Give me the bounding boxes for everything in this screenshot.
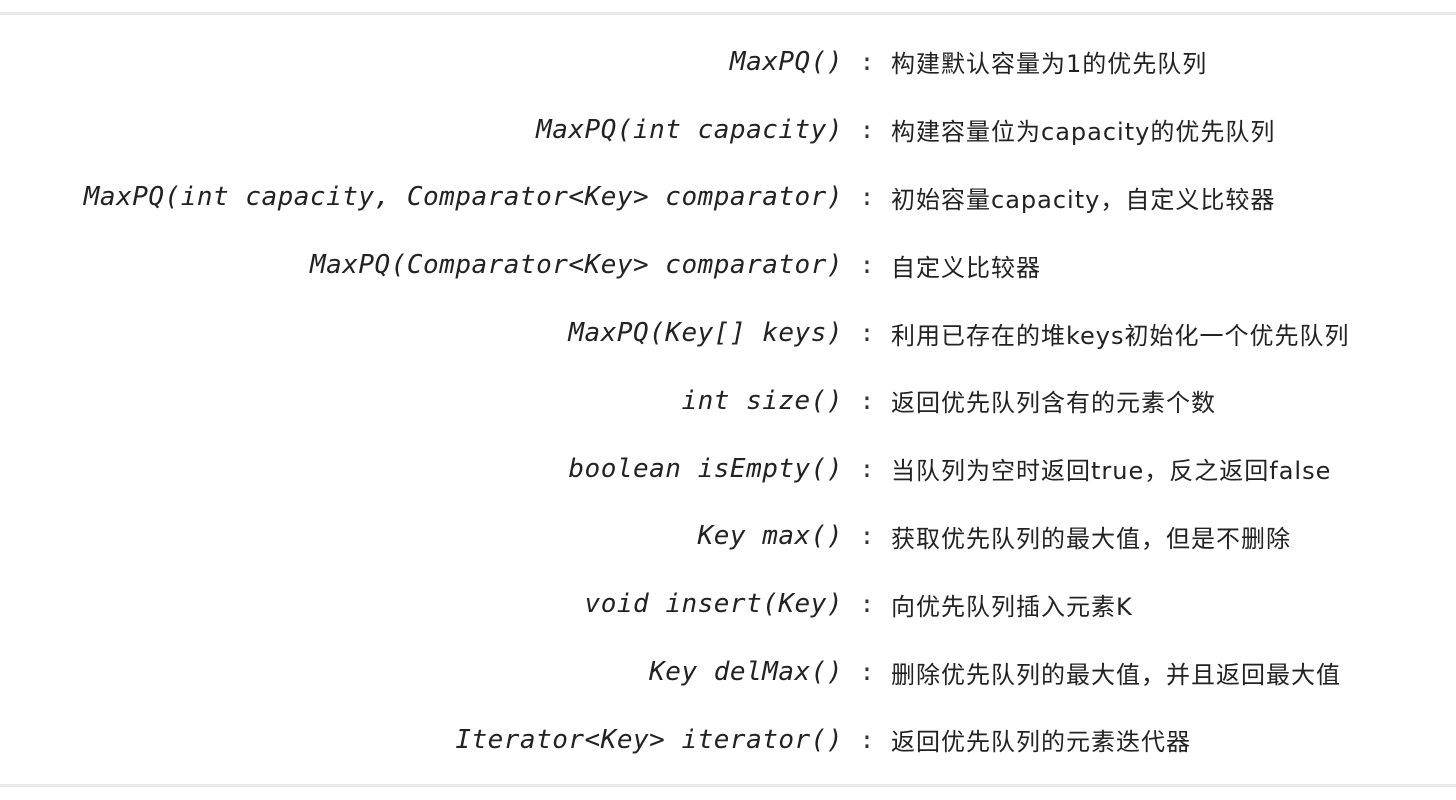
- method-signature: MaxPQ(): [729, 46, 843, 77]
- separator: :: [859, 725, 875, 754]
- method-description: 返回优先队列的元素迭代器: [891, 728, 1191, 757]
- api-row-constructor-comparator: MaxPQ(Comparator<Key> comparator) : 自定义比…: [0, 231, 1456, 299]
- separator: :: [859, 522, 875, 551]
- top-divider: [0, 12, 1456, 15]
- method-signature: Key delMax(): [649, 657, 843, 688]
- method-signature: MaxPQ(Key[] keys): [568, 318, 843, 349]
- method-description: 返回优先队列含有的元素个数: [891, 389, 1216, 418]
- api-row-constructor-default: MaxPQ() : 构建默认容量为1的优先队列: [0, 28, 1456, 96]
- separator: :: [859, 454, 875, 483]
- method-description: 初始容量capacity，自定义比较器: [891, 185, 1276, 214]
- method-signature: MaxPQ(Comparator<Key> comparator): [309, 250, 843, 281]
- method-description: 自定义比较器: [891, 253, 1041, 282]
- api-row-insert: void insert(Key) : 向优先队列插入元素K: [0, 570, 1456, 638]
- api-row-constructor-capacity-comparator: MaxPQ(int capacity, Comparator<Key> comp…: [0, 164, 1456, 232]
- method-signature: MaxPQ(int capacity, Comparator<Key> comp…: [83, 182, 843, 213]
- separator: :: [859, 47, 875, 76]
- method-signature: Iterator<Key> iterator(): [455, 724, 843, 755]
- api-row-is-empty: boolean isEmpty() : 当队列为空时返回true，反之返回fal…: [0, 435, 1456, 503]
- separator: :: [859, 386, 875, 415]
- api-row-max: Key max() : 获取优先队列的最大值，但是不删除: [0, 503, 1456, 571]
- bottom-divider: [0, 784, 1456, 787]
- separator: :: [859, 658, 875, 687]
- separator: :: [859, 183, 875, 212]
- api-method-table: MaxPQ() : 构建默认容量为1的优先队列 MaxPQ(int capaci…: [0, 28, 1456, 774]
- method-description: 当队列为空时返回true，反之返回false: [891, 457, 1332, 486]
- method-description: 构建容量位为capacity的优先队列: [891, 118, 1276, 147]
- method-description: 构建默认容量为1的优先队列: [891, 50, 1208, 79]
- method-signature: boolean isEmpty(): [568, 453, 843, 484]
- method-description: 删除优先队列的最大值，并且返回最大值: [891, 660, 1341, 689]
- method-signature: MaxPQ(int capacity): [536, 114, 843, 145]
- api-row-size: int size() : 返回优先队列含有的元素个数: [0, 367, 1456, 435]
- method-signature: int size(): [681, 385, 843, 416]
- api-row-del-max: Key delMax() : 删除优先队列的最大值，并且返回最大值: [0, 638, 1456, 706]
- separator: :: [859, 251, 875, 280]
- method-signature: Key max(): [697, 521, 843, 552]
- separator: :: [859, 319, 875, 348]
- method-description: 获取优先队列的最大值，但是不删除: [891, 524, 1291, 553]
- separator: :: [859, 590, 875, 619]
- api-row-constructor-capacity: MaxPQ(int capacity) : 构建容量位为capacity的优先队…: [0, 96, 1456, 164]
- separator: :: [859, 115, 875, 144]
- method-description: 向优先队列插入元素K: [891, 592, 1133, 621]
- method-description: 利用已存在的堆keys初始化一个优先队列: [891, 321, 1350, 350]
- api-row-constructor-keys: MaxPQ(Key[] keys) : 利用已存在的堆keys初始化一个优先队列: [0, 299, 1456, 367]
- api-row-iterator: Iterator<Key> iterator() : 返回优先队列的元素迭代器: [0, 706, 1456, 774]
- method-signature: void insert(Key): [584, 589, 843, 620]
